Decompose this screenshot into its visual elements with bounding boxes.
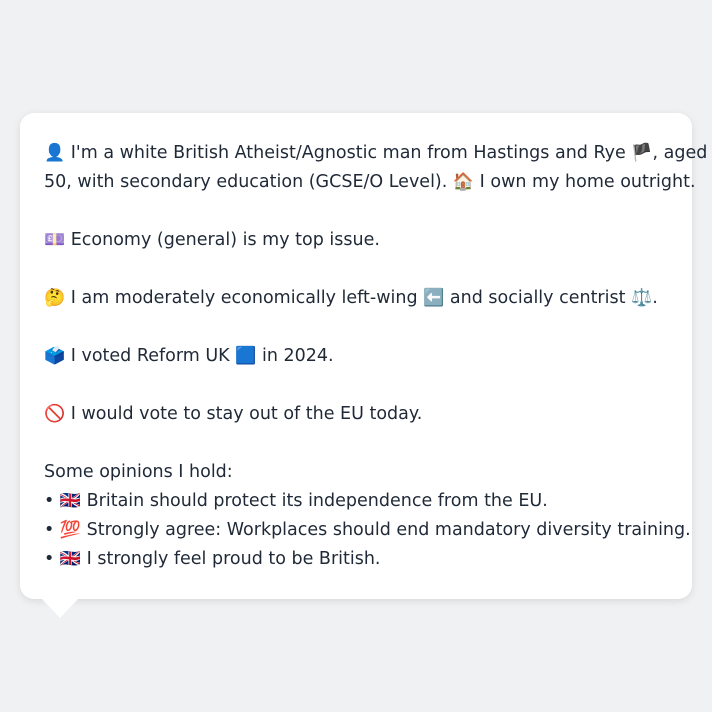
bullet: • (44, 549, 55, 569)
identity-line-1: 👤 I'm a white British Atheist/Agnostic m… (44, 139, 707, 168)
bullet: • (44, 520, 55, 540)
education-text: 50, with secondary education (GCSE/O Lev… (44, 172, 448, 192)
opinion-text: Strongly agree: Workplaces should end ma… (86, 520, 691, 540)
identity-paragraph: 👤 I'm a white British Atheist/Agnostic m… (44, 139, 707, 197)
uk-flag-icon: 🇬🇧 (59, 491, 82, 511)
period-text: . (652, 288, 658, 308)
opinion-item: • 🇬🇧 Britain should protect its independ… (44, 487, 668, 516)
opinion-item: • 💯 Strongly agree: Workplaces should en… (44, 516, 691, 545)
thinking-face-icon: 🤔 (44, 288, 66, 308)
bubble-tail (40, 597, 80, 618)
vote-year-text: in 2024. (261, 346, 334, 366)
opinions-section: Some opinions I hold: • 🇬🇧 Britain shoul… (44, 458, 691, 574)
pound-note-icon: 💷 (44, 230, 66, 250)
england-flag-icon: 🏴 (631, 143, 653, 163)
top-issue-text: Economy (general) is my top issue. (70, 230, 380, 250)
bullet: • (44, 491, 55, 511)
identity-line-2: 50, with secondary education (GCSE/O Lev… (44, 168, 696, 197)
uk-flag-icon: 🇬🇧 (59, 549, 82, 569)
prohibited-icon: 🚫 (44, 404, 66, 424)
opinion-item: • 🇬🇧 I strongly feel proud to be British… (44, 545, 668, 574)
blue-square-icon: 🟦 (235, 346, 257, 366)
opinion-text: I strongly feel proud to be British. (86, 549, 381, 569)
opinions-heading: Some opinions I hold: (44, 462, 233, 482)
vote-paragraph: 🗳️ I voted Reform UK 🟦 in 2024. (44, 342, 668, 371)
identity-text: I'm a white British Atheist/Agnostic man… (70, 143, 626, 163)
eu-vote-text: I would vote to stay out of the EU today… (70, 404, 423, 424)
age-text: , aged (652, 143, 708, 163)
top-issue-paragraph: 💷 Economy (general) is my top issue. (44, 226, 668, 255)
home-ownership-text: I own my home outright. (479, 172, 696, 192)
hundred-points-icon: 💯 (59, 520, 82, 540)
profile-message-bubble: 👤 I'm a white British Atheist/Agnostic m… (20, 113, 707, 599)
balance-scale-icon: ⚖️ (631, 288, 653, 308)
ideology-paragraph: 🤔 I am moderately economically left-wing… (44, 284, 668, 313)
person-icon: 👤 (44, 143, 66, 163)
left-arrow-icon: ⬅️ (423, 288, 445, 308)
house-icon: 🏠 (452, 172, 475, 192)
opinion-text: Britain should protect its independence … (86, 491, 548, 511)
eu-paragraph: 🚫 I would vote to stay out of the EU tod… (44, 400, 668, 429)
vote-text: I voted Reform UK (70, 346, 230, 366)
social-position-text: and socially centrist (449, 288, 626, 308)
economic-position-text: I am moderately economically left-wing (70, 288, 418, 308)
ballot-box-icon: 🗳️ (44, 346, 66, 366)
